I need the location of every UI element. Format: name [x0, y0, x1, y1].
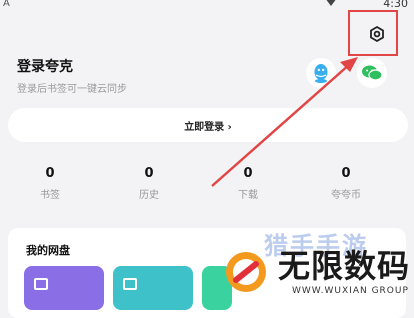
video-icon: [123, 278, 137, 290]
wechat-icon: [362, 65, 383, 81]
folder-icon: [34, 278, 48, 290]
stat-label: 书签: [40, 190, 60, 201]
login-subtitle: 登录后书签可一键云同步: [17, 84, 127, 95]
login-title: 登录夸克: [17, 59, 73, 75]
cloud-drive-title: 我的网盘: [26, 244, 70, 257]
annotation-highlight-box: [348, 10, 398, 56]
login-now-button[interactable]: 立即登录 ›: [8, 108, 408, 142]
stat-value: 0: [243, 166, 253, 181]
cloud-tile-videos[interactable]: [113, 266, 193, 310]
stat-value: 0: [341, 166, 351, 181]
watermark-main-text: 无限数码: [278, 247, 411, 285]
watermark-sub-text: WWW.WUXIAN GROUP: [292, 286, 409, 296]
stat-label: 夸夸币: [331, 190, 361, 201]
status-left-glyph: A: [3, 0, 10, 9]
stat-label: 下载: [238, 190, 258, 201]
qq-login-button[interactable]: [306, 58, 336, 88]
watermark-logo-icon: [226, 252, 266, 292]
cloud-tile-files[interactable]: [24, 266, 104, 310]
stat-bookmarks[interactable]: 0 书签: [10, 166, 90, 201]
stat-coins[interactable]: 0 夸夸币: [306, 166, 386, 201]
signal-icon: [325, 0, 337, 6]
stat-value: 0: [144, 166, 154, 181]
qq-icon: [314, 64, 328, 83]
stat-history[interactable]: 0 历史: [109, 166, 189, 201]
status-time: 4:30: [383, 0, 408, 10]
stats-row: 0 书签 0 历史 0 下载 0 夸夸币: [0, 166, 414, 206]
stat-label: 历史: [139, 190, 159, 201]
stat-downloads[interactable]: 0 下载: [208, 166, 288, 201]
stat-value: 0: [45, 166, 55, 181]
wechat-login-button[interactable]: [357, 58, 387, 88]
